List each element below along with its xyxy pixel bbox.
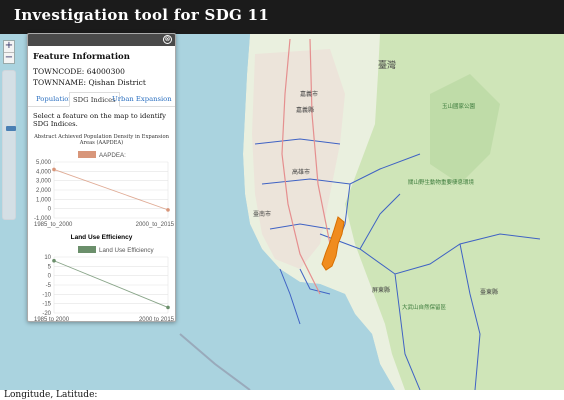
map-label-yushan: 玉山國家公園 xyxy=(442,102,476,110)
y-tick-label: -15 xyxy=(42,302,51,308)
series-line xyxy=(53,260,169,308)
y-tick-label: 4,000 xyxy=(36,169,52,175)
data-point[interactable] xyxy=(52,258,56,263)
legend-swatch xyxy=(78,246,96,253)
tab-population[interactable]: Population xyxy=(36,95,73,103)
towncode-text: TOWNCODE: 64000300 xyxy=(33,67,125,76)
x-tick-label: 1985 to 2000 xyxy=(34,317,70,322)
y-tick-label: -10 xyxy=(42,292,51,298)
map-label-guanshan: 關山野生動物重要棲息環境 xyxy=(408,178,475,186)
coords-readout: Longitude, Latitude: xyxy=(4,390,98,400)
map-label-tainan: 臺南市 xyxy=(253,210,271,218)
time-slider-handle[interactable] xyxy=(6,126,16,131)
aapdea-chart: AAPDEA:5,0004,0003,0002,0001,0000-1,0001… xyxy=(34,151,175,228)
map-label-chiayi-city: 嘉義市 xyxy=(300,90,318,98)
y-tick-label: 5,000 xyxy=(36,160,52,166)
data-point[interactable] xyxy=(166,208,170,212)
land-use-efficiency-title: Land Use Efficiency xyxy=(70,234,133,241)
y-tick-label: 1,000 xyxy=(36,197,52,203)
feature-info-panel: ⊗ Feature Information TOWNCODE: 64000300… xyxy=(27,33,176,322)
y-tick-label: 0 xyxy=(48,207,52,213)
close-icon[interactable]: ⊗ xyxy=(163,35,172,44)
time-slider-track[interactable] xyxy=(2,70,16,220)
y-tick-label: -5 xyxy=(46,283,52,289)
instruction-text: Select a feature on the map to identify … xyxy=(33,112,167,128)
map-label-dawushan: 大武山自然保留區 xyxy=(402,303,447,311)
panel-title: Feature Information xyxy=(33,52,130,62)
y-tick-label: 10 xyxy=(44,255,51,261)
map-label-pingtung: 屏東縣 xyxy=(372,286,390,294)
series-line xyxy=(53,169,169,211)
chart-legend: AAPDEA: xyxy=(78,151,126,159)
land-use-efficiency-chart: Land Use Efficiency1050-5-10-15-201985 t… xyxy=(34,246,175,322)
chart-legend: Land Use Efficiency xyxy=(78,246,154,254)
legend-swatch xyxy=(78,151,96,158)
map-label-kaohsiung: 高雄市 xyxy=(292,168,310,176)
app-title: Investigation tool for SDG 11 xyxy=(14,6,270,24)
townname-text: TOWNNAME: Qishan District xyxy=(33,78,146,87)
map-label-chiayi-county: 嘉義縣 xyxy=(296,106,314,114)
y-tick-label: 2,000 xyxy=(36,188,52,194)
app-header: Investigation tool for SDG 11 xyxy=(0,0,564,34)
x-tick-label: 2000_to_2015 xyxy=(136,222,175,228)
map-label-taitung: 臺東縣 xyxy=(480,288,498,296)
zoom-in-button[interactable]: + xyxy=(4,41,14,52)
x-tick-label: 2000 to 2015 xyxy=(139,317,175,322)
panel-titlebar: ⊗ xyxy=(28,34,175,46)
y-tick-label: 3,000 xyxy=(36,179,52,185)
zoom-control: + − xyxy=(3,40,15,64)
x-tick-label: 1985_to_2000 xyxy=(34,222,73,228)
zoom-out-button[interactable]: − xyxy=(4,52,14,63)
legend-label: Land Use Efficiency xyxy=(99,247,154,254)
tab-urban-expansion[interactable]: Urban Expansion xyxy=(112,95,172,103)
y-tick-label: 0 xyxy=(48,274,52,280)
panel-tabs: Population SDG Indices Urban Expansion xyxy=(28,92,175,107)
data-point[interactable] xyxy=(166,305,170,310)
section-title: Abstract Achieved Population Density in … xyxy=(34,134,169,146)
y-tick-label: 5 xyxy=(48,264,52,270)
map-label-taiwan: 臺灣 xyxy=(378,59,396,71)
legend-label: AAPDEA: xyxy=(99,152,126,159)
data-point[interactable] xyxy=(52,167,56,172)
